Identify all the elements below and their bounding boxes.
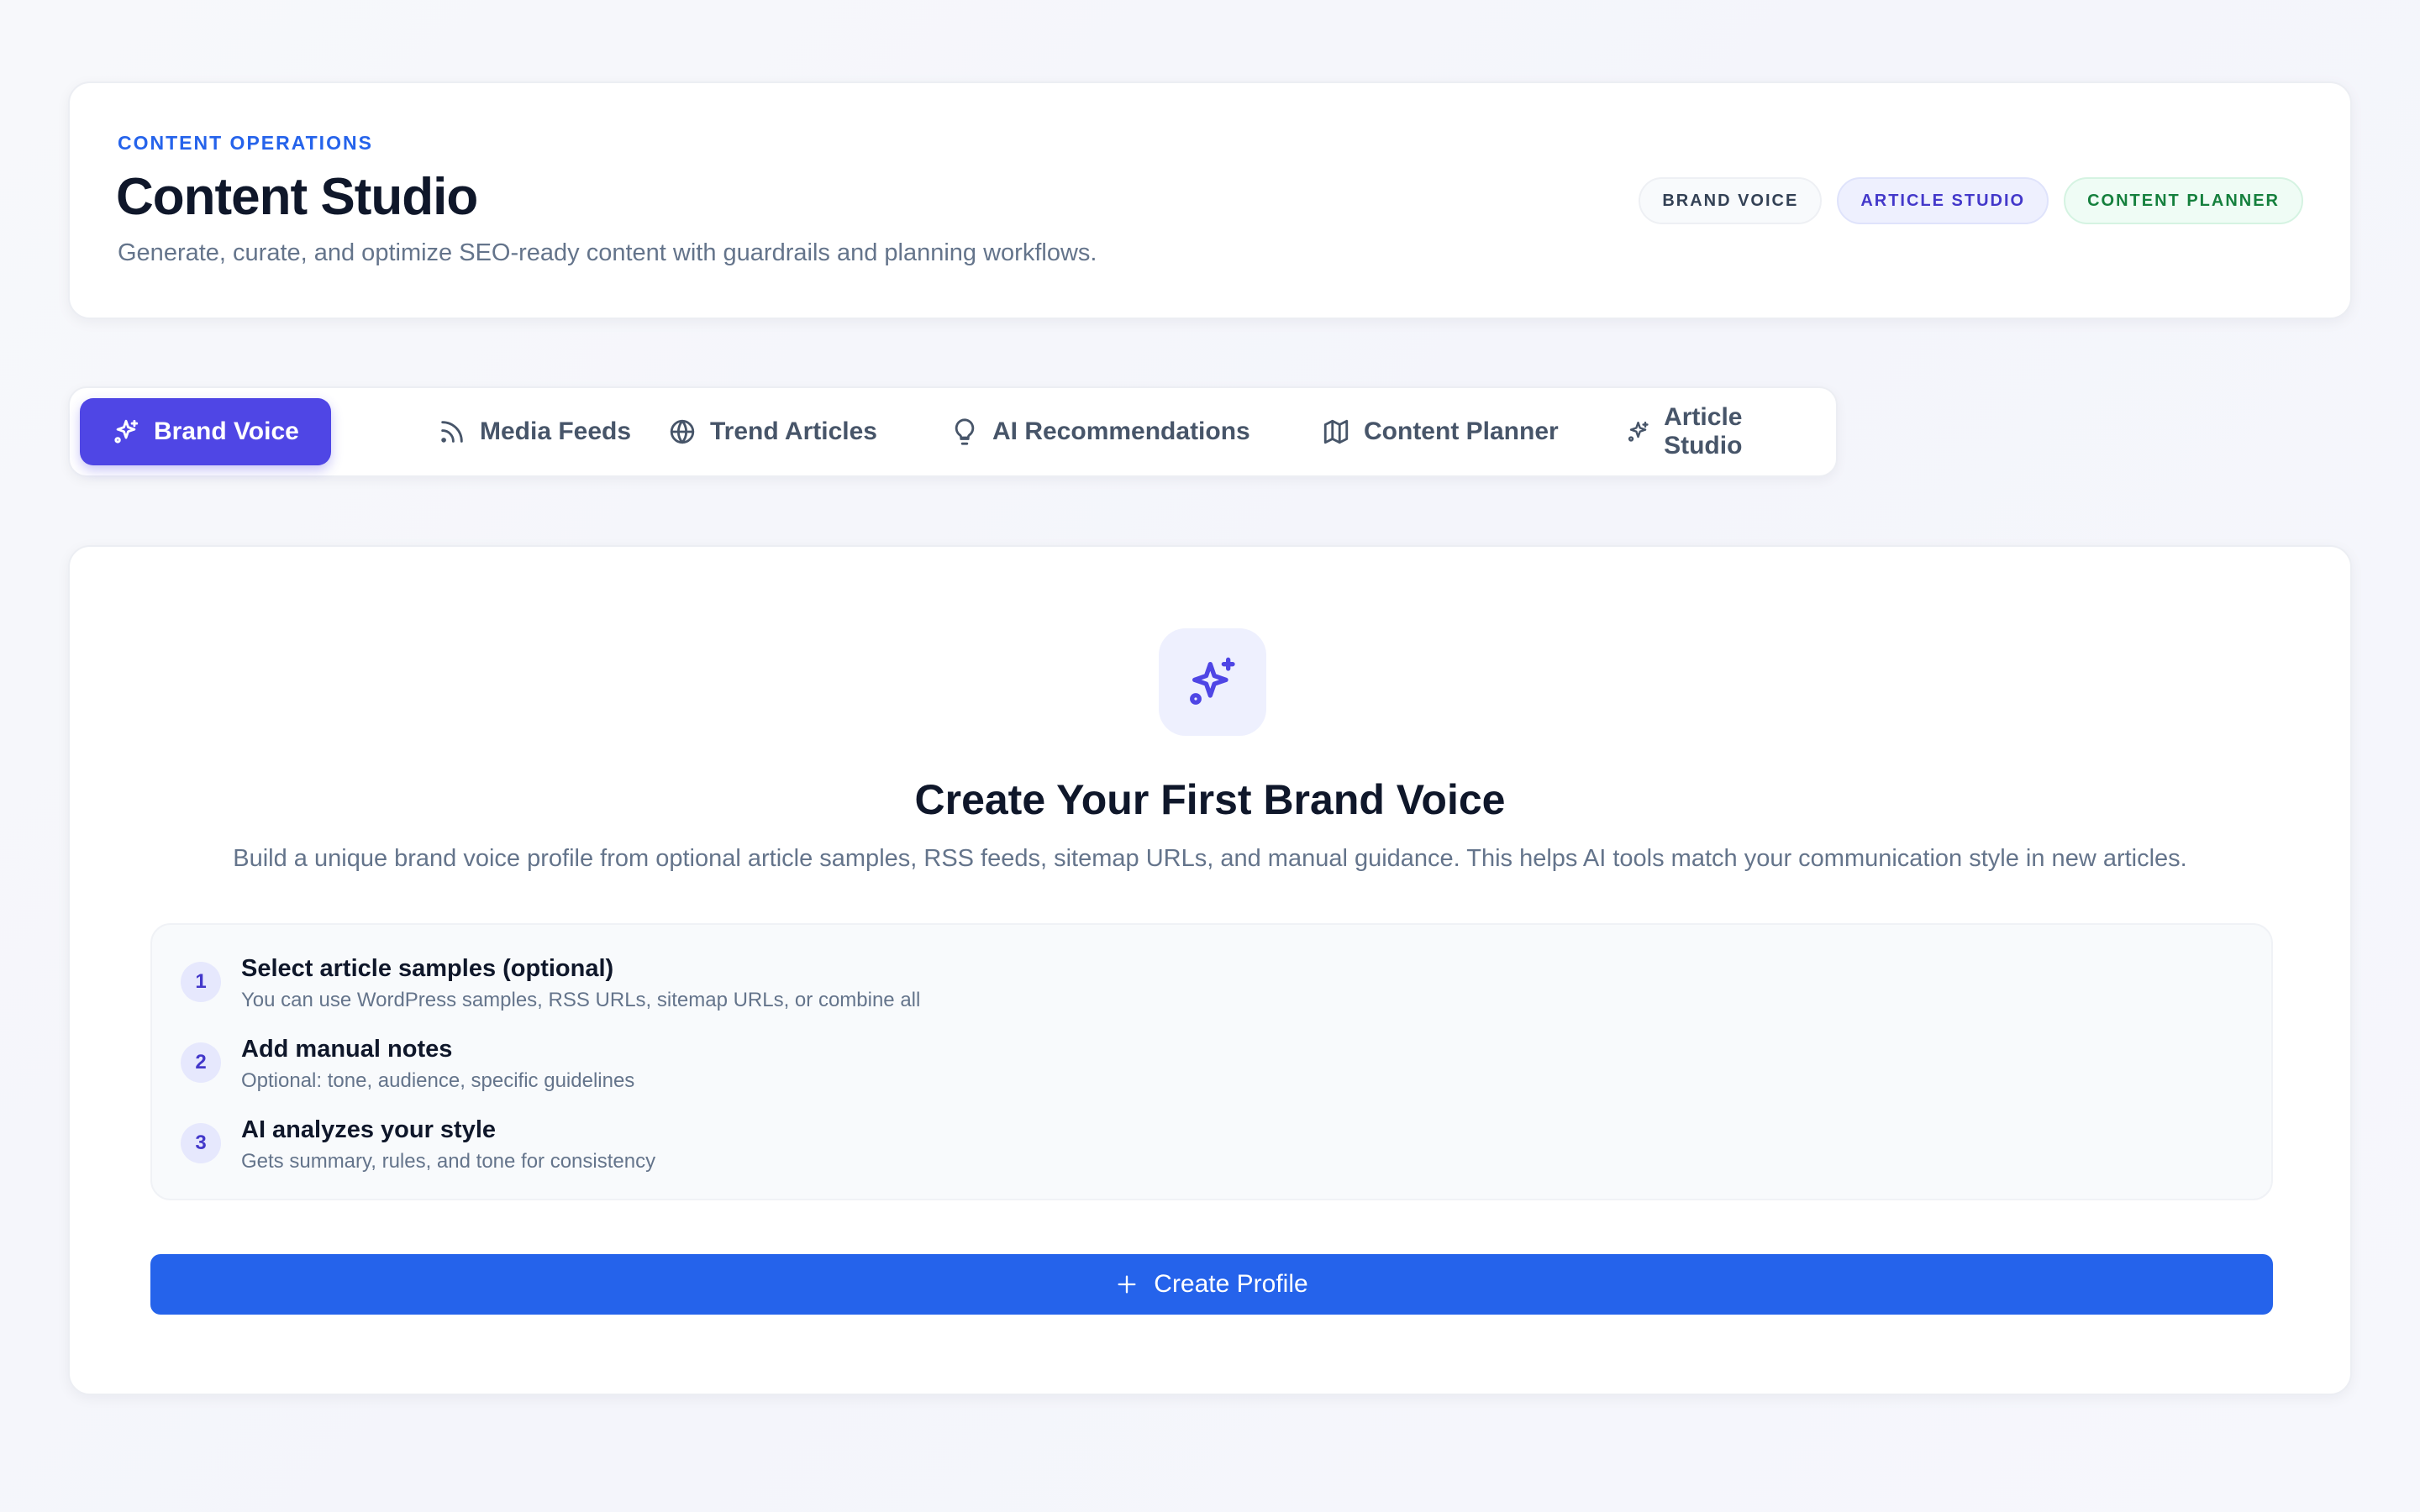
empty-state-description: Build a unique brand voice profile from … bbox=[233, 845, 2187, 872]
header-card: CONTENT OPERATIONS Content Studio Genera… bbox=[68, 81, 2352, 319]
tab-label: Article Studio bbox=[1664, 403, 1743, 459]
tab-content-planner[interactable]: Content Planner bbox=[1290, 398, 1591, 465]
tab-article-studio[interactable]: Article Studio bbox=[1594, 398, 1836, 465]
tab-label: Content Planner bbox=[1364, 417, 1559, 445]
step-description: You can use WordPress samples, RSS URLs,… bbox=[241, 989, 921, 1011]
step-number-badge: 3 bbox=[181, 1123, 221, 1163]
tab-bar: Brand Voice Media Feeds Trend Articles A… bbox=[68, 386, 1838, 477]
step-number-badge: 2 bbox=[181, 1042, 221, 1083]
hero-icon-tile bbox=[1159, 628, 1266, 736]
create-profile-button[interactable]: Create Profile bbox=[150, 1254, 2273, 1315]
plus-icon bbox=[1118, 1275, 1136, 1294]
page-subtitle: Generate, curate, and optimize SEO-ready… bbox=[118, 239, 1097, 266]
step-number-badge: 1 bbox=[181, 962, 221, 1002]
sparkles-icon bbox=[1628, 421, 1649, 442]
page-title: Content Studio bbox=[116, 168, 478, 226]
step-description: Optional: tone, audience, specific guide… bbox=[241, 1069, 635, 1092]
badge-group: BRAND VOICE ARTICLE STUDIO CONTENT PLANN… bbox=[1639, 177, 2303, 224]
tab-trend-articles[interactable]: Trend Articles bbox=[636, 398, 909, 465]
brand-voice-empty-state: Create Your First Brand Voice Build a un… bbox=[68, 545, 2352, 1395]
badge-brand-voice: BRAND VOICE bbox=[1639, 177, 1823, 224]
sparkles-icon bbox=[114, 419, 139, 444]
empty-state-title: Create Your First Brand Voice bbox=[914, 776, 1506, 823]
badge-article-studio: ARTICLE STUDIO bbox=[1837, 177, 2049, 224]
rss-icon bbox=[441, 421, 463, 443]
tab-media-feeds[interactable]: Media Feeds bbox=[406, 398, 663, 465]
lightbulb-icon bbox=[955, 418, 975, 445]
steps-list: 1 Select article samples (optional) You … bbox=[150, 923, 2273, 1200]
step-title: Add manual notes bbox=[241, 1036, 453, 1063]
tab-ai-recommendations[interactable]: AI Recommendations bbox=[918, 398, 1282, 465]
map-icon bbox=[1323, 419, 1349, 444]
section-eyebrow: CONTENT OPERATIONS bbox=[118, 132, 373, 154]
step-description: Gets summary, rules, and tone for consis… bbox=[241, 1150, 656, 1173]
tab-brand-voice[interactable]: Brand Voice bbox=[80, 398, 331, 465]
tab-label: Media Feeds bbox=[480, 417, 632, 445]
sparkles-icon bbox=[1190, 657, 1235, 705]
tab-label: AI Recommendations bbox=[992, 417, 1250, 445]
step-title: Select article samples (optional) bbox=[241, 955, 614, 982]
globe-icon bbox=[670, 419, 695, 444]
tab-label: Trend Articles bbox=[710, 417, 877, 445]
badge-content-planner: CONTENT PLANNER bbox=[2064, 177, 2303, 224]
step-title: AI analyzes your style bbox=[241, 1116, 497, 1143]
create-profile-label: Create Profile bbox=[1154, 1270, 1308, 1298]
tab-label: Brand Voice bbox=[154, 417, 299, 445]
